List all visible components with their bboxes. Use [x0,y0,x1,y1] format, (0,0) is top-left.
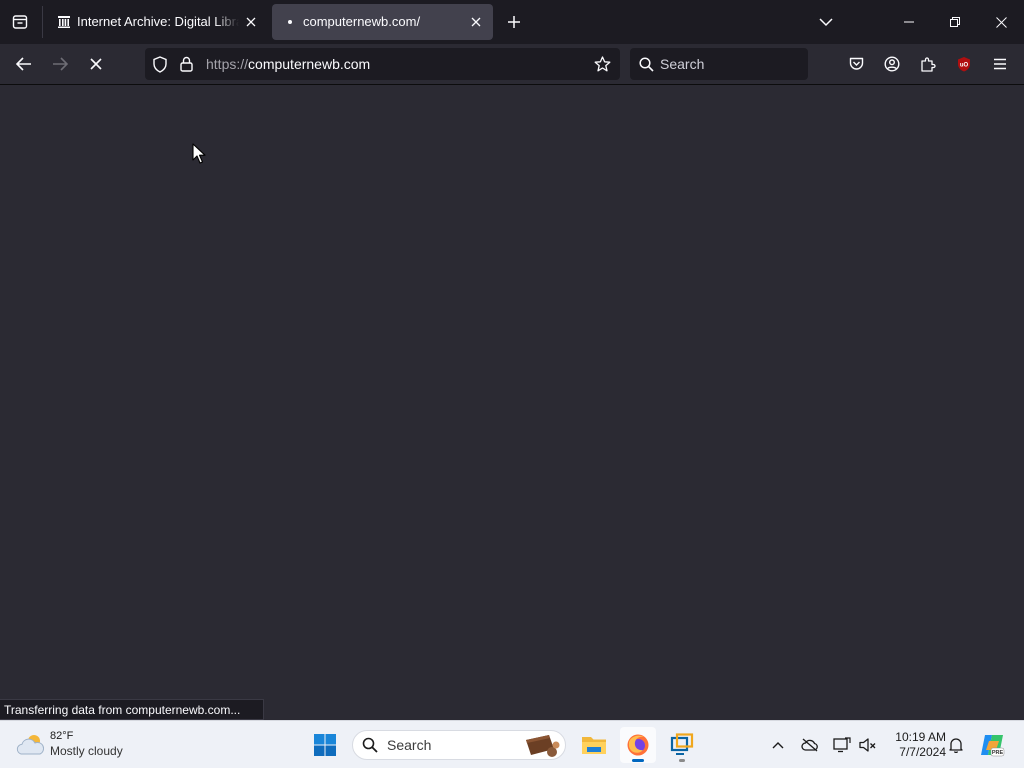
network-status-button[interactable] [831,735,853,755]
bookmark-star-button[interactable] [592,55,612,73]
cloud-offline-icon [801,738,818,752]
taskbar-search-box[interactable]: Search [352,730,566,760]
firefox-view-icon [12,15,28,29]
pocket-icon [849,57,863,70]
url-text[interactable]: https://computernewb.com [206,56,370,72]
extensions-button[interactable] [915,51,941,77]
restore-icon [950,17,960,27]
tab-strip: Internet Archive: Digital Library of Fre… [0,0,1024,44]
forward-button[interactable] [46,50,74,78]
close-tab-button[interactable] [242,13,260,31]
remote-desktop-button[interactable] [664,727,700,763]
mouse-pointer-icon [192,143,206,164]
firefox-icon [627,734,649,756]
tab-computernewb[interactable]: computernewb.com/ [272,4,493,40]
chevron-down-icon [819,18,833,27]
search-highlight-illustration-icon [526,735,560,757]
network-monitor-icon [833,737,851,753]
status-panel: Transferring data from computernewb.com.… [0,699,264,720]
page-content-area[interactable] [0,85,1024,720]
copilot-icon: PRE [981,735,1005,757]
close-window-button[interactable] [978,6,1024,38]
pocket-button[interactable] [843,51,869,77]
tab-title: computernewb.com/ [303,14,421,29]
notifications-button[interactable] [946,735,966,755]
copilot-button[interactable]: PRE [977,731,1007,759]
puzzle-icon [921,57,936,72]
firefox-view-button[interactable] [8,10,32,34]
svg-text:PRE: PRE [992,750,1004,756]
hamburger-menu-icon [994,58,1006,70]
close-icon [246,17,256,27]
onedrive-status-button[interactable] [799,735,821,755]
taskbar-search-placeholder: Search [387,737,432,753]
firefox-taskbar-button[interactable] [620,727,656,763]
address-bar[interactable]: https://computernewb.com [145,48,620,80]
windows-logo-icon [314,734,336,756]
chevron-up-icon [772,742,784,749]
loading-dot-icon [282,14,298,30]
search-bar[interactable]: Search [630,48,808,80]
minimize-button[interactable] [886,6,932,38]
back-button[interactable] [10,50,38,78]
stop-icon [90,58,102,70]
account-button[interactable] [879,51,905,77]
archive-icon [56,14,72,30]
weather-temperature: 82°F [50,730,74,742]
folder-icon [582,737,606,754]
list-all-tabs-button[interactable] [812,10,840,34]
search-icon [362,737,378,753]
star-icon [594,56,610,72]
running-app-indicator [679,759,685,762]
tab-internet-archive[interactable]: Internet Archive: Digital Library of Fre… [46,4,268,40]
new-tab-button[interactable] [502,10,526,34]
clock-time: 10:19 AM [895,730,946,744]
menu-button[interactable] [987,51,1013,77]
tab-separator [42,6,43,38]
close-icon [471,17,481,27]
ublock-shield-icon: uO [958,57,970,72]
volume-button[interactable] [857,735,879,755]
remote-desktop-icon [670,733,694,755]
lock-icon[interactable] [178,55,194,73]
system-clock[interactable]: 10:19 AM 7/7/2024 [884,730,946,760]
bell-icon [949,738,963,753]
search-icon [638,56,654,72]
weather-condition: Mostly cloudy [50,744,123,758]
arrow-left-icon [16,57,31,71]
search-placeholder: Search [660,56,705,72]
svg-text:uO: uO [960,63,969,69]
stop-loading-button[interactable] [82,50,110,78]
tracking-protection-shield-icon[interactable] [151,55,169,73]
restore-button[interactable] [932,6,978,38]
minimize-icon [904,21,914,23]
partly-cloudy-icon [16,735,45,755]
close-icon [995,16,1007,28]
tab-title: Internet Archive: Digital Library of Fre… [77,14,239,29]
speaker-muted-icon [859,738,876,752]
navigation-toolbar: https://computernewb.com Search uO [0,44,1024,85]
plus-icon [508,16,520,28]
active-app-indicator [632,759,644,762]
close-tab-button[interactable] [467,13,485,31]
url-protocol: https:// [206,56,249,72]
file-explorer-button[interactable] [576,727,612,763]
arrow-right-icon [53,57,68,71]
taskbar: 82°F Mostly cloudy Search 10:19 AM 7/7/2… [0,720,1024,768]
show-hidden-icons-button[interactable] [768,735,788,755]
start-button[interactable] [307,727,343,763]
url-host: computernewb.com [248,56,371,72]
account-icon [884,56,900,72]
clock-date: 7/7/2024 [899,745,946,759]
weather-widget[interactable]: 82°F Mostly cloudy [16,729,146,761]
ublock-origin-button[interactable]: uO [951,51,977,77]
